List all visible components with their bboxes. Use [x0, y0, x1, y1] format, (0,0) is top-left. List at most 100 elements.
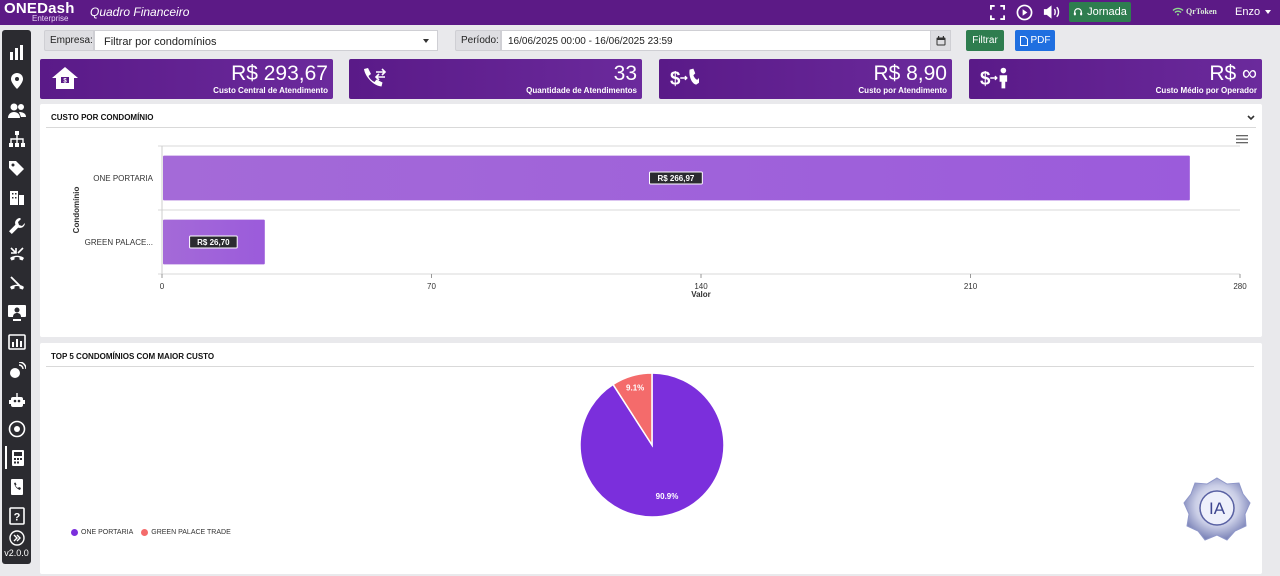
calculator-icon — [11, 449, 24, 466]
pie-chart-panel: TOP 5 CONDOMÍNIOS COM MAIOR CUSTO 90.9% 9… — [40, 343, 1262, 574]
sidebar-item-dashboard[interactable] — [5, 40, 28, 63]
x-tick-label: 210 — [964, 282, 978, 291]
empresa-select[interactable]: Filtrar por condomínios — [94, 30, 438, 51]
phone-transfer-icon — [359, 64, 389, 92]
kpi-label: Custo Central de Atendimento — [213, 86, 328, 95]
sidebar-item-buildings[interactable] — [5, 185, 28, 208]
bar-chart: 0 70 140 210 280ValorCondomínioONE PORTARIA R… — [72, 145, 1247, 299]
pie-chart: 90.9% 9.1% — [579, 372, 725, 518]
phone-book-icon — [10, 478, 23, 495]
sidebar-item-users[interactable] — [5, 98, 28, 121]
sidebar-item-help[interactable]: ? — [5, 504, 28, 527]
legend-item[interactable]: ONE PORTARIA — [71, 529, 133, 536]
volume-icon[interactable] — [1041, 2, 1061, 22]
fullscreen-icon[interactable] — [987, 2, 1007, 22]
user-name: Enzo — [1235, 6, 1261, 18]
headset-icon — [1073, 8, 1083, 16]
y-tick-label: ONE PORTARIA — [93, 174, 153, 183]
kpi-card-custo-atendimento: $ R$ 8,90 Custo por Atendimento — [659, 59, 952, 99]
pdf-button[interactable]: PDF — [1015, 30, 1055, 51]
y-axis-title: Condomínio — [72, 187, 81, 234]
y-tick-label: GREEN PALACE... — [85, 238, 153, 247]
expand-icon — [8, 529, 25, 546]
kpi-value: 33 — [613, 62, 637, 85]
sidebar-item-map[interactable] — [5, 69, 28, 92]
x-axis-title: Valor — [691, 290, 711, 299]
disc-icon — [8, 420, 25, 437]
legend-item[interactable]: GREEN PALACE TRADE — [141, 529, 231, 536]
kpi-card-quantidade: 33 Quantidade de Atendimentos — [349, 59, 642, 99]
filtrar-button[interactable]: Filtrar — [966, 30, 1004, 51]
pie-data-label: 90.9% — [656, 492, 679, 501]
pdf-label: PDF — [1030, 35, 1051, 46]
calendar-icon — [936, 35, 945, 45]
pie-legend: ONE PORTARIA GREEN PALACE TRADE — [71, 529, 231, 536]
monitor-user-icon — [7, 304, 26, 321]
qrtoken-link[interactable]: QrToken — [1172, 7, 1217, 16]
data-label: R$ 26,70 — [197, 238, 230, 247]
brand-sub-text: Enterprise — [32, 14, 69, 23]
kpi-value: R$ ∞ — [1209, 62, 1257, 85]
home-icon: $ — [50, 64, 80, 92]
periodo-input[interactable]: 16/06/2025 00:00 - 16/06/2025 23:59 — [501, 30, 931, 51]
sidebar-item-integrations[interactable] — [5, 359, 28, 382]
svg-text:?: ? — [13, 511, 20, 523]
page-title: Quadro Financeiro — [90, 5, 190, 19]
phone-missed-icon — [9, 275, 24, 290]
sidebar-item-contacts[interactable] — [5, 475, 28, 498]
kpi-card-custo-medio-operador: $ R$ ∞ Custo Médio por Operador — [969, 59, 1262, 99]
file-pdf-icon — [1019, 35, 1028, 46]
x-tick-label: 0 — [160, 282, 165, 291]
help-icon: ? — [8, 506, 25, 525]
sidebar-item-hierarchy[interactable] — [5, 127, 28, 150]
calendar-button[interactable] — [930, 30, 951, 51]
jornada-label: Jornada — [1087, 6, 1127, 18]
periodo-label: Período: — [455, 30, 501, 51]
dashboard-icon — [9, 44, 23, 60]
data-label: R$ 266,97 — [657, 174, 694, 183]
svg-text:$: $ — [980, 68, 991, 89]
svg-text:IA: IA — [1209, 499, 1226, 518]
sidebar-item-operators[interactable] — [5, 301, 28, 324]
money-phone-icon: $ — [669, 64, 699, 92]
phone-transfer-icon — [9, 246, 24, 260]
money-person-icon: $ — [979, 64, 1009, 92]
kpi-label: Quantidade de Atendimentos — [526, 86, 637, 95]
sidebar-item-financial[interactable] — [5, 446, 28, 469]
sidebar-item-recordings[interactable] — [5, 417, 28, 440]
wifi-icon — [1172, 7, 1184, 16]
sidebar-item-transfers[interactable] — [5, 243, 28, 266]
sidebar-item-tools[interactable] — [5, 214, 28, 237]
legend-dot — [71, 529, 78, 536]
sidebar-item-tags[interactable] — [5, 156, 28, 179]
wrench-icon — [8, 217, 25, 234]
ia-assistant-button[interactable]: IA — [1183, 476, 1251, 542]
filtrar-label: Filtrar — [972, 35, 998, 46]
play-icon[interactable] — [1014, 2, 1034, 22]
svg-text:$: $ — [670, 68, 681, 89]
kpi-value: R$ 8,90 — [873, 62, 947, 85]
chevron-down-icon — [1265, 10, 1272, 15]
top-bar: ONEDash Enterprise Quadro Financeiro Jor… — [0, 0, 1280, 25]
building-icon — [9, 190, 24, 205]
brand-logo[interactable]: ONEDash Enterprise — [4, 0, 76, 25]
org-chart-icon — [8, 130, 25, 147]
x-tick-label: 70 — [427, 282, 436, 291]
caret-down-icon — [423, 39, 429, 43]
bar-chart-icon — [7, 333, 26, 350]
sidebar-item-expand[interactable] — [5, 526, 28, 549]
robot-icon — [8, 392, 25, 407]
legend-label: GREEN PALACE TRADE — [151, 529, 231, 536]
pie-data-label: 9.1% — [626, 384, 644, 393]
sidebar-item-missed-calls[interactable] — [5, 272, 28, 295]
sidebar-item-bots[interactable] — [5, 388, 28, 411]
qrtoken-label: QrToken — [1186, 7, 1217, 16]
bar-chart-panel: CUSTO POR CONDOMÍNIO 0 70 140 210 280 Valor Co… — [40, 104, 1262, 337]
jornada-button[interactable]: Jornada — [1069, 2, 1131, 22]
satellite-icon — [9, 361, 26, 378]
user-menu[interactable]: Enzo — [1235, 6, 1272, 18]
kpi-label: Custo por Atendimento — [858, 86, 947, 95]
users-icon — [7, 103, 26, 118]
sidebar-item-reports[interactable] — [5, 330, 28, 353]
map-pin-icon — [10, 72, 23, 89]
